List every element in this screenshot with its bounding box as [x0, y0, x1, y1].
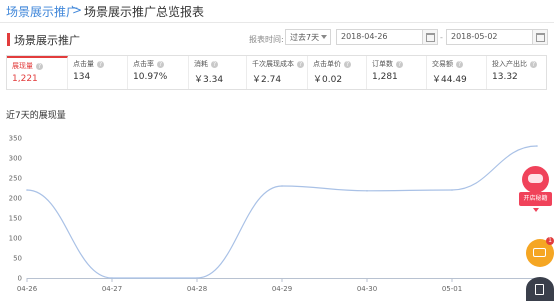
- chevron-down-icon: [321, 35, 327, 39]
- calendar-icon[interactable]: [422, 30, 437, 44]
- section-accent-bar: [7, 33, 10, 46]
- metric-value: ￥2.74: [252, 75, 282, 85]
- chevron-down-icon: [533, 208, 539, 212]
- metric-value: 134: [73, 72, 91, 82]
- metric-label: 订单数: [372, 60, 393, 68]
- y-tick-label: 300: [9, 155, 22, 163]
- metric-value: 1,221: [12, 74, 38, 84]
- section-title: 场景展示推广: [14, 34, 80, 47]
- help-icon[interactable]: ?: [157, 60, 164, 68]
- feedback-edit-button[interactable]: [526, 277, 554, 301]
- data-point[interactable]: [536, 145, 538, 147]
- metric-label: 消耗: [194, 60, 208, 68]
- data-point[interactable]: [281, 185, 283, 187]
- metric-label: 点击单价: [313, 60, 341, 68]
- data-point[interactable]: [366, 190, 368, 192]
- x-tick-label: 04-30: [357, 285, 377, 293]
- x-tick-label: 04-28: [187, 285, 207, 293]
- y-tick-label: 150: [9, 215, 22, 223]
- help-icon[interactable]: ?: [344, 60, 351, 68]
- metric-card-orders[interactable]: 订单数? 1,281: [367, 56, 427, 89]
- metric-value: ￥0.02: [313, 75, 343, 85]
- help-icon[interactable]: ?: [396, 60, 403, 68]
- promo-label: 开店秘籍: [519, 192, 552, 206]
- notification-badge: 1: [546, 237, 554, 245]
- x-tick-label: 04-27: [102, 285, 122, 293]
- chart-title: 近7天的展现量: [6, 111, 66, 121]
- metric-card-roi[interactable]: 投入产出比? 13.32: [487, 56, 546, 89]
- y-tick-label: 200: [9, 195, 22, 203]
- help-icon[interactable]: ?: [456, 60, 463, 68]
- series-line: [26, 145, 538, 279]
- help-icon[interactable]: ?: [36, 62, 43, 70]
- metric-value: 1,281: [372, 72, 398, 82]
- metric-card-cpc[interactable]: 点击单价? ￥0.02: [308, 56, 367, 89]
- start-date-field[interactable]: 2018-04-26: [336, 29, 438, 45]
- metric-card-ctr[interactable]: 点击率? 10.97%: [128, 56, 189, 89]
- metric-card-clicks[interactable]: 点击量? 134: [68, 56, 128, 89]
- help-icon[interactable]: ?: [211, 60, 218, 68]
- report-time-label: 报表时间:: [249, 35, 284, 44]
- breadcrumb-parent-link[interactable]: 场景展示推广: [6, 3, 78, 20]
- end-date-value: 2018-05-02: [451, 32, 498, 41]
- time-range-value: 过去7天: [290, 33, 320, 42]
- y-tick-label: 350: [9, 135, 22, 143]
- calendar-icon[interactable]: [532, 30, 547, 44]
- data-point[interactable]: [196, 277, 198, 279]
- x-tick-label: 04-29: [272, 285, 292, 293]
- data-point[interactable]: [111, 277, 113, 279]
- metric-label: 投入产出比: [492, 60, 527, 68]
- x-tick-label: 05-01: [442, 285, 462, 293]
- time-range-select[interactable]: 过去7天: [285, 29, 331, 45]
- metrics-bar: 展现量? 1,221 点击量? 134 点击率? 10.97% 消耗? ￥3.3…: [6, 55, 547, 90]
- page-title: 场景展示推广总览报表: [84, 5, 205, 19]
- help-icon[interactable]: ?: [97, 60, 104, 68]
- end-date-field[interactable]: 2018-05-02: [446, 29, 548, 45]
- metric-label: 展现量: [12, 62, 33, 70]
- promo-widget[interactable]: 开店秘籍: [519, 166, 552, 218]
- y-tick-label: 0: [18, 275, 22, 283]
- y-tick-label: 50: [13, 255, 22, 263]
- header: 场景展示推广 > 场景展示推广总览报表: [0, 0, 554, 22]
- metric-value: 13.32: [492, 72, 518, 82]
- y-tick-label: 100: [9, 235, 22, 243]
- data-point[interactable]: [451, 189, 453, 191]
- metric-label: 交易额: [432, 60, 453, 68]
- metric-value: ￥3.34: [194, 75, 224, 85]
- x-tick-label: 04-26: [17, 285, 38, 293]
- header-divider: [0, 22, 554, 23]
- help-icon[interactable]: ?: [297, 60, 304, 68]
- mascot-icon: [522, 166, 549, 193]
- start-date-value: 2018-04-26: [341, 32, 388, 41]
- impressions-line-chart: 0 50 100 150 200 250 300 350 04-26 04-27 04-28 04-2…: [9, 135, 548, 294]
- metric-value: ￥44.49: [432, 75, 467, 85]
- metric-label: 千次展现成本: [252, 60, 294, 68]
- metric-value: 10.97%: [133, 72, 168, 82]
- metric-label: 点击率: [133, 60, 154, 68]
- metric-card-cost[interactable]: 消耗? ￥3.34: [189, 56, 247, 89]
- metric-card-gmv[interactable]: 交易额? ￥44.49: [427, 56, 487, 89]
- help-icon[interactable]: ?: [530, 60, 537, 68]
- metric-card-cpm[interactable]: 千次展现成本? ￥2.74: [247, 56, 308, 89]
- breadcrumb-separator: >: [72, 3, 83, 17]
- date-separator: -: [440, 33, 443, 42]
- y-tick-label: 250: [9, 175, 22, 183]
- metric-card-impressions[interactable]: 展现量? 1,221: [7, 56, 68, 89]
- metric-label: 点击量: [73, 60, 94, 68]
- data-point[interactable]: [26, 189, 28, 191]
